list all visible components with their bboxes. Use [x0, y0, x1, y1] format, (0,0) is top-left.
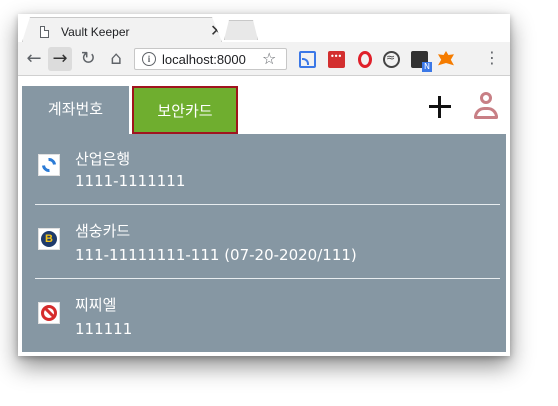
- fox-extension-icon[interactable]: [438, 51, 454, 66]
- reload-icon[interactable]: ↻: [76, 47, 100, 71]
- home-icon[interactable]: ⌂: [104, 47, 128, 71]
- cast-icon[interactable]: [299, 51, 316, 68]
- list-item[interactable]: 찌찌엘 111111: [22, 280, 506, 352]
- tab-account-number[interactable]: 계좌번호: [22, 86, 129, 134]
- new-tab-button[interactable]: [224, 20, 258, 40]
- list-item[interactable]: B 샘숭카드 111-11111111-111 (07-20-2020/111): [22, 206, 506, 278]
- divider: [35, 278, 500, 279]
- card-logo-icon: B: [38, 228, 60, 250]
- forward-icon[interactable]: →: [48, 47, 72, 71]
- no-entry-icon: [38, 302, 60, 324]
- page-icon: [40, 26, 49, 38]
- account-list: 산업은행 1111-1111111 B 샘숭카드 111-11111111-11…: [22, 134, 506, 352]
- app-tab-bar: 계좌번호 보안카드: [22, 86, 506, 134]
- item-name: 산업은행: [75, 150, 131, 168]
- item-name: 샘숭카드: [75, 222, 131, 240]
- opera-icon[interactable]: [358, 51, 372, 68]
- url-text[interactable]: localhost:8000: [162, 52, 256, 67]
- vault-keeper-app: 계좌번호 보안카드 산업은행 1111-1111111 B 샘숭카드 111-1…: [18, 76, 510, 356]
- back-icon[interactable]: ←: [22, 47, 46, 71]
- tab-strip: Vault Keeper ✕: [18, 14, 510, 42]
- address-bar[interactable]: i localhost:8000 ☆: [134, 48, 287, 70]
- extension-icon[interactable]: [328, 51, 345, 68]
- pocket-icon[interactable]: [383, 51, 400, 68]
- add-icon[interactable]: [429, 96, 451, 118]
- star-icon[interactable]: ☆: [262, 49, 276, 69]
- item-number: 111-11111111-111 (07-20-2020/111): [75, 246, 357, 264]
- item-name: 찌찌엘: [75, 296, 117, 314]
- item-number: 111111: [75, 320, 133, 338]
- tab-title: Vault Keeper: [61, 25, 130, 39]
- item-number: 1111-1111111: [75, 172, 186, 190]
- list-item[interactable]: 산업은행 1111-1111111: [22, 134, 506, 206]
- menu-icon[interactable]: ⋮: [484, 48, 500, 68]
- tab-security-card[interactable]: 보안카드: [132, 86, 238, 134]
- info-icon[interactable]: i: [142, 52, 156, 66]
- browser-window: Vault Keeper ✕ ← → ↻ ⌂ i localhost:8000 …: [18, 14, 510, 356]
- browser-tab[interactable]: Vault Keeper ✕: [22, 17, 222, 42]
- translate-icon[interactable]: [411, 51, 432, 72]
- user-icon[interactable]: [472, 92, 500, 122]
- close-icon[interactable]: ✕: [210, 21, 222, 41]
- browser-toolbar: ← → ↻ ⌂ i localhost:8000 ☆ ⋮: [18, 42, 510, 76]
- bank-logo-icon: [38, 154, 60, 176]
- divider: [35, 204, 500, 205]
